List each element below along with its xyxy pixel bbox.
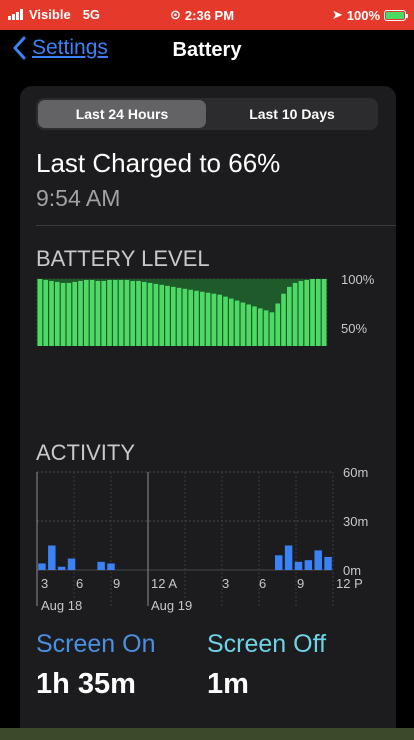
battery-icon bbox=[384, 9, 408, 21]
battery-percent: 100% bbox=[346, 7, 380, 23]
x-tick-label: 12 P bbox=[336, 576, 363, 591]
y-tick-label: 30m bbox=[343, 514, 368, 529]
carrier-label: Visible bbox=[29, 7, 71, 22]
activity-bar bbox=[294, 561, 303, 570]
activity-chart: 60m30m0m3 6 9 12 A 3 6 9 12 PAug 18 Aug 19 bbox=[36, 465, 368, 613]
date-label: Aug 19 bbox=[151, 598, 192, 613]
screen-on-label: Screen On bbox=[36, 630, 156, 658]
location-icon: ➤ bbox=[331, 7, 343, 22]
bottom-background bbox=[0, 728, 414, 740]
activity-bar bbox=[57, 566, 66, 570]
battery-card: Last 24 Hours Last 10 Days Last Charged … bbox=[20, 86, 396, 740]
network-label: 5G bbox=[82, 7, 101, 22]
status-center: ⊙ 2:36 PM bbox=[170, 7, 234, 23]
x-tick-label: 3 bbox=[222, 576, 229, 591]
activity-bar bbox=[324, 556, 332, 570]
screen-on-value: 1h 35m bbox=[36, 668, 136, 700]
activity-bar bbox=[107, 563, 115, 570]
x-tick-label: 6 bbox=[76, 576, 83, 591]
activity-bar bbox=[314, 550, 322, 570]
activity-bar bbox=[284, 545, 293, 570]
x-tick-label: 9 bbox=[297, 576, 304, 591]
activity-bar bbox=[67, 558, 76, 570]
date-label: Aug 18 bbox=[41, 598, 82, 613]
activity-bar bbox=[38, 563, 46, 570]
y-tick-label: 60m bbox=[343, 465, 368, 480]
status-bar: Visible 5G ⊙ 2:36 PM ➤ 100% bbox=[0, 0, 414, 30]
x-tick-label: 3 bbox=[41, 576, 48, 591]
screen-off-value: 1m bbox=[207, 668, 249, 700]
status-right: ➤ 100% bbox=[331, 7, 408, 23]
status-left: Visible 5G bbox=[8, 7, 100, 22]
activity-bar bbox=[48, 545, 56, 570]
x-tick-label: 6 bbox=[259, 576, 266, 591]
x-tick-label: 9 bbox=[113, 576, 120, 591]
screen-recording-icon: ⊙ bbox=[170, 7, 181, 22]
activity-bar bbox=[304, 560, 313, 570]
screen-off-label: Screen Off bbox=[207, 630, 327, 658]
signal-icon bbox=[8, 9, 23, 20]
status-time: 2:36 PM bbox=[184, 7, 235, 23]
nav-bar: Settings Battery bbox=[0, 30, 414, 74]
activity-bar bbox=[275, 555, 283, 570]
page-title: Battery bbox=[172, 39, 242, 61]
x-tick-label: 12 A bbox=[151, 576, 177, 591]
activity-bar bbox=[97, 561, 105, 570]
